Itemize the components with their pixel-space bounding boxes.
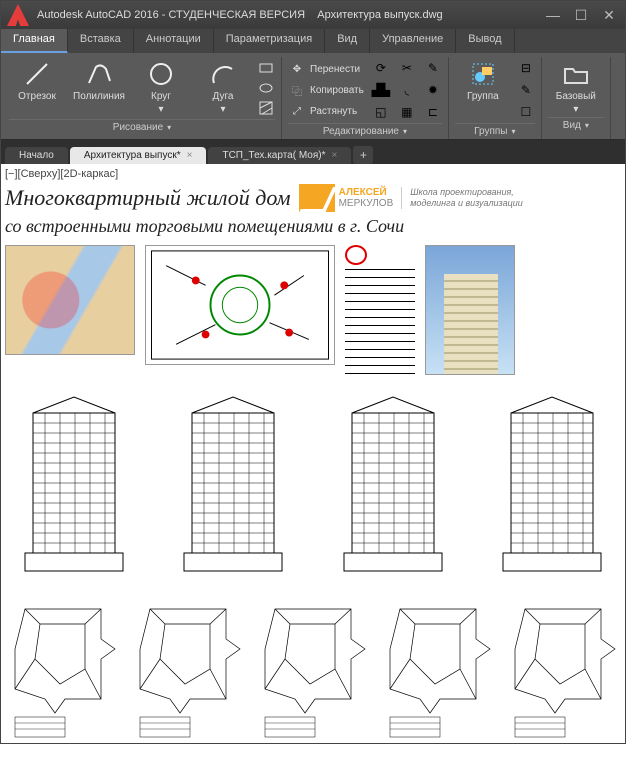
- window-title: Autodesk AutoCAD 2016 - СТУДЕНЧЕСКАЯ ВЕР…: [37, 9, 535, 21]
- new-tab-button[interactable]: +: [353, 146, 373, 164]
- maximize-button[interactable]: ☐: [571, 7, 591, 23]
- tool-erase[interactable]: ✎: [424, 59, 442, 77]
- drawing-subtitle: со встроенными торговыми помещениями в г…: [5, 216, 621, 237]
- ribbon-tab-view[interactable]: Вид: [325, 29, 370, 53]
- tool-hatch[interactable]: [257, 99, 275, 117]
- doc-tab-start[interactable]: Начало: [5, 147, 68, 164]
- tool-arc-label: Дуга: [213, 91, 234, 102]
- floor-plans-row: [5, 589, 621, 739]
- tool-move[interactable]: ✥ Перенести: [288, 59, 364, 79]
- tool-arc[interactable]: Дуга ▾: [195, 59, 251, 115]
- file-name: Архитектура выпуск.dwg: [317, 9, 442, 21]
- tool-circle[interactable]: Круг ▾: [133, 59, 189, 115]
- merkulov-logo-icon: [299, 184, 335, 212]
- ribbon-panel-draw: Отрезок Полилиния Круг ▾ Дуга ▾: [3, 57, 282, 139]
- ribbon-tab-insert[interactable]: Вставка: [68, 29, 134, 53]
- tool-fillet[interactable]: ◟: [398, 81, 416, 99]
- floor-plan-drawing: [380, 589, 496, 739]
- tool-polyline[interactable]: Полилиния: [71, 59, 127, 102]
- chevron-down-icon: ▾: [158, 104, 163, 115]
- drawing-canvas[interactable]: [−][Сверху][2D-каркас] Многоквартирный ж…: [1, 164, 625, 743]
- elevations-row: [5, 393, 621, 573]
- tool-base-view[interactable]: Базовый ▾: [548, 59, 604, 115]
- app-window: Autodesk AutoCAD 2016 - СТУДЕНЧЕСКАЯ ВЕР…: [0, 0, 626, 744]
- ribbon-tabs: Главная Вставка Аннотации Параметризация…: [1, 29, 625, 53]
- north-symbol-icon: [345, 245, 367, 265]
- brand-logo: АЛЕКСЕЙ МЕРКУЛОВ: [299, 184, 394, 212]
- document-tabs: Начало Архитектура выпуск*× ТСП_Тех.карт…: [1, 140, 625, 164]
- ribbon-tab-output[interactable]: Вывод: [456, 29, 514, 53]
- panel-label-draw[interactable]: Рисование▾: [9, 119, 275, 133]
- ribbon: Отрезок Полилиния Круг ▾ Дуга ▾: [1, 53, 625, 140]
- drawing-title: Многоквартирный жилой дом: [5, 185, 291, 211]
- chevron-down-icon: ▾: [167, 123, 171, 132]
- tool-ellipse[interactable]: [257, 79, 275, 97]
- copy-icon: ⿻: [288, 81, 306, 99]
- app-name: Autodesk AutoCAD 2016 - СТУДЕНЧЕСКАЯ ВЕР…: [37, 9, 305, 21]
- ribbon-tab-parametric[interactable]: Параметризация: [214, 29, 325, 53]
- tool-group-edit[interactable]: ✎: [517, 81, 535, 99]
- tool-rotate[interactable]: ⟳: [372, 59, 390, 77]
- doc-tab-tsp[interactable]: ТСП_Тех.карта( Моя)*×: [208, 147, 351, 164]
- floor-plan-drawing: [505, 589, 621, 739]
- close-icon[interactable]: ×: [187, 150, 193, 161]
- ribbon-tab-manage[interactable]: Управление: [370, 29, 456, 53]
- building-render-image: [425, 245, 515, 375]
- tool-group-select[interactable]: ☐: [517, 103, 535, 121]
- master-plan-image: [145, 245, 335, 365]
- chevron-down-icon: ▾: [403, 127, 407, 136]
- tool-scale[interactable]: ◱: [372, 103, 390, 121]
- titlebar: Autodesk AutoCAD 2016 - СТУДЕНЧЕСКАЯ ВЕР…: [1, 1, 625, 29]
- chevron-down-icon: ▾: [573, 104, 578, 115]
- doc-tab-architecture[interactable]: Архитектура выпуск*×: [70, 147, 207, 164]
- autocad-logo-icon: [7, 4, 29, 26]
- tool-array[interactable]: ▦: [398, 103, 416, 121]
- elevation-drawing: [5, 393, 143, 573]
- tool-rectangle[interactable]: [257, 59, 275, 77]
- elevation-drawing: [164, 393, 302, 573]
- ribbon-panel-modify: ✥ Перенести ⿻ Копировать ⤢ Растянуть ⟳ ▟…: [282, 57, 449, 139]
- close-icon[interactable]: ×: [332, 150, 338, 161]
- tool-mirror[interactable]: ▟▙: [372, 81, 390, 99]
- panel-label-modify[interactable]: Редактирование▾: [288, 123, 442, 137]
- tool-line-label: Отрезок: [18, 91, 56, 102]
- chevron-down-icon: ▾: [512, 127, 516, 136]
- site-map-image: [5, 245, 135, 355]
- chevron-down-icon: ▾: [220, 104, 225, 115]
- minimize-button[interactable]: —: [543, 7, 563, 23]
- move-icon: ✥: [288, 60, 306, 78]
- ribbon-tab-annotations[interactable]: Аннотации: [134, 29, 214, 53]
- tool-ungroup[interactable]: ⊟: [517, 59, 535, 77]
- floor-plan-drawing: [255, 589, 371, 739]
- viewport-label[interactable]: [−][Сверху][2D-каркас]: [5, 168, 621, 180]
- ribbon-panel-group: Группа ⊟ ✎ ☐ Группы▾: [449, 57, 542, 139]
- ribbon-tab-home[interactable]: Главная: [1, 29, 68, 53]
- stretch-icon: ⤢: [288, 102, 306, 120]
- sheet-header: Многоквартирный жилой дом АЛЕКСЕЙ МЕРКУЛ…: [5, 184, 621, 212]
- ribbon-panel-view: Базовый ▾ Вид▾: [542, 57, 611, 139]
- tool-trim[interactable]: ✂: [398, 59, 416, 77]
- floor-plan-drawing: [130, 589, 246, 739]
- tool-circle-label: Круг: [151, 91, 171, 102]
- context-images-row: [5, 245, 621, 379]
- elevation-drawing: [324, 393, 462, 573]
- tool-explode[interactable]: ✹: [424, 81, 442, 99]
- tool-group[interactable]: Группа: [455, 59, 511, 102]
- tool-copy[interactable]: ⿻ Копировать: [288, 80, 364, 100]
- chevron-down-icon: ▾: [585, 121, 589, 130]
- legend-table: [345, 269, 415, 379]
- tool-offset[interactable]: ⊏: [424, 103, 442, 121]
- folder-icon: [561, 59, 591, 89]
- panel-label-view[interactable]: Вид▾: [548, 117, 604, 131]
- floor-plan-drawing: [5, 589, 121, 739]
- close-button[interactable]: ✕: [599, 7, 619, 23]
- school-caption: Школа проектирования, моделинга и визуал…: [401, 187, 523, 209]
- panel-label-group[interactable]: Группы▾: [455, 123, 535, 137]
- tool-stretch[interactable]: ⤢ Растянуть: [288, 101, 364, 121]
- elevation-drawing: [483, 393, 621, 573]
- tool-polyline-label: Полилиния: [73, 91, 125, 102]
- group-icon: [468, 59, 498, 89]
- brand-name: АЛЕКСЕЙ МЕРКУЛОВ: [339, 187, 394, 209]
- tool-line[interactable]: Отрезок: [9, 59, 65, 102]
